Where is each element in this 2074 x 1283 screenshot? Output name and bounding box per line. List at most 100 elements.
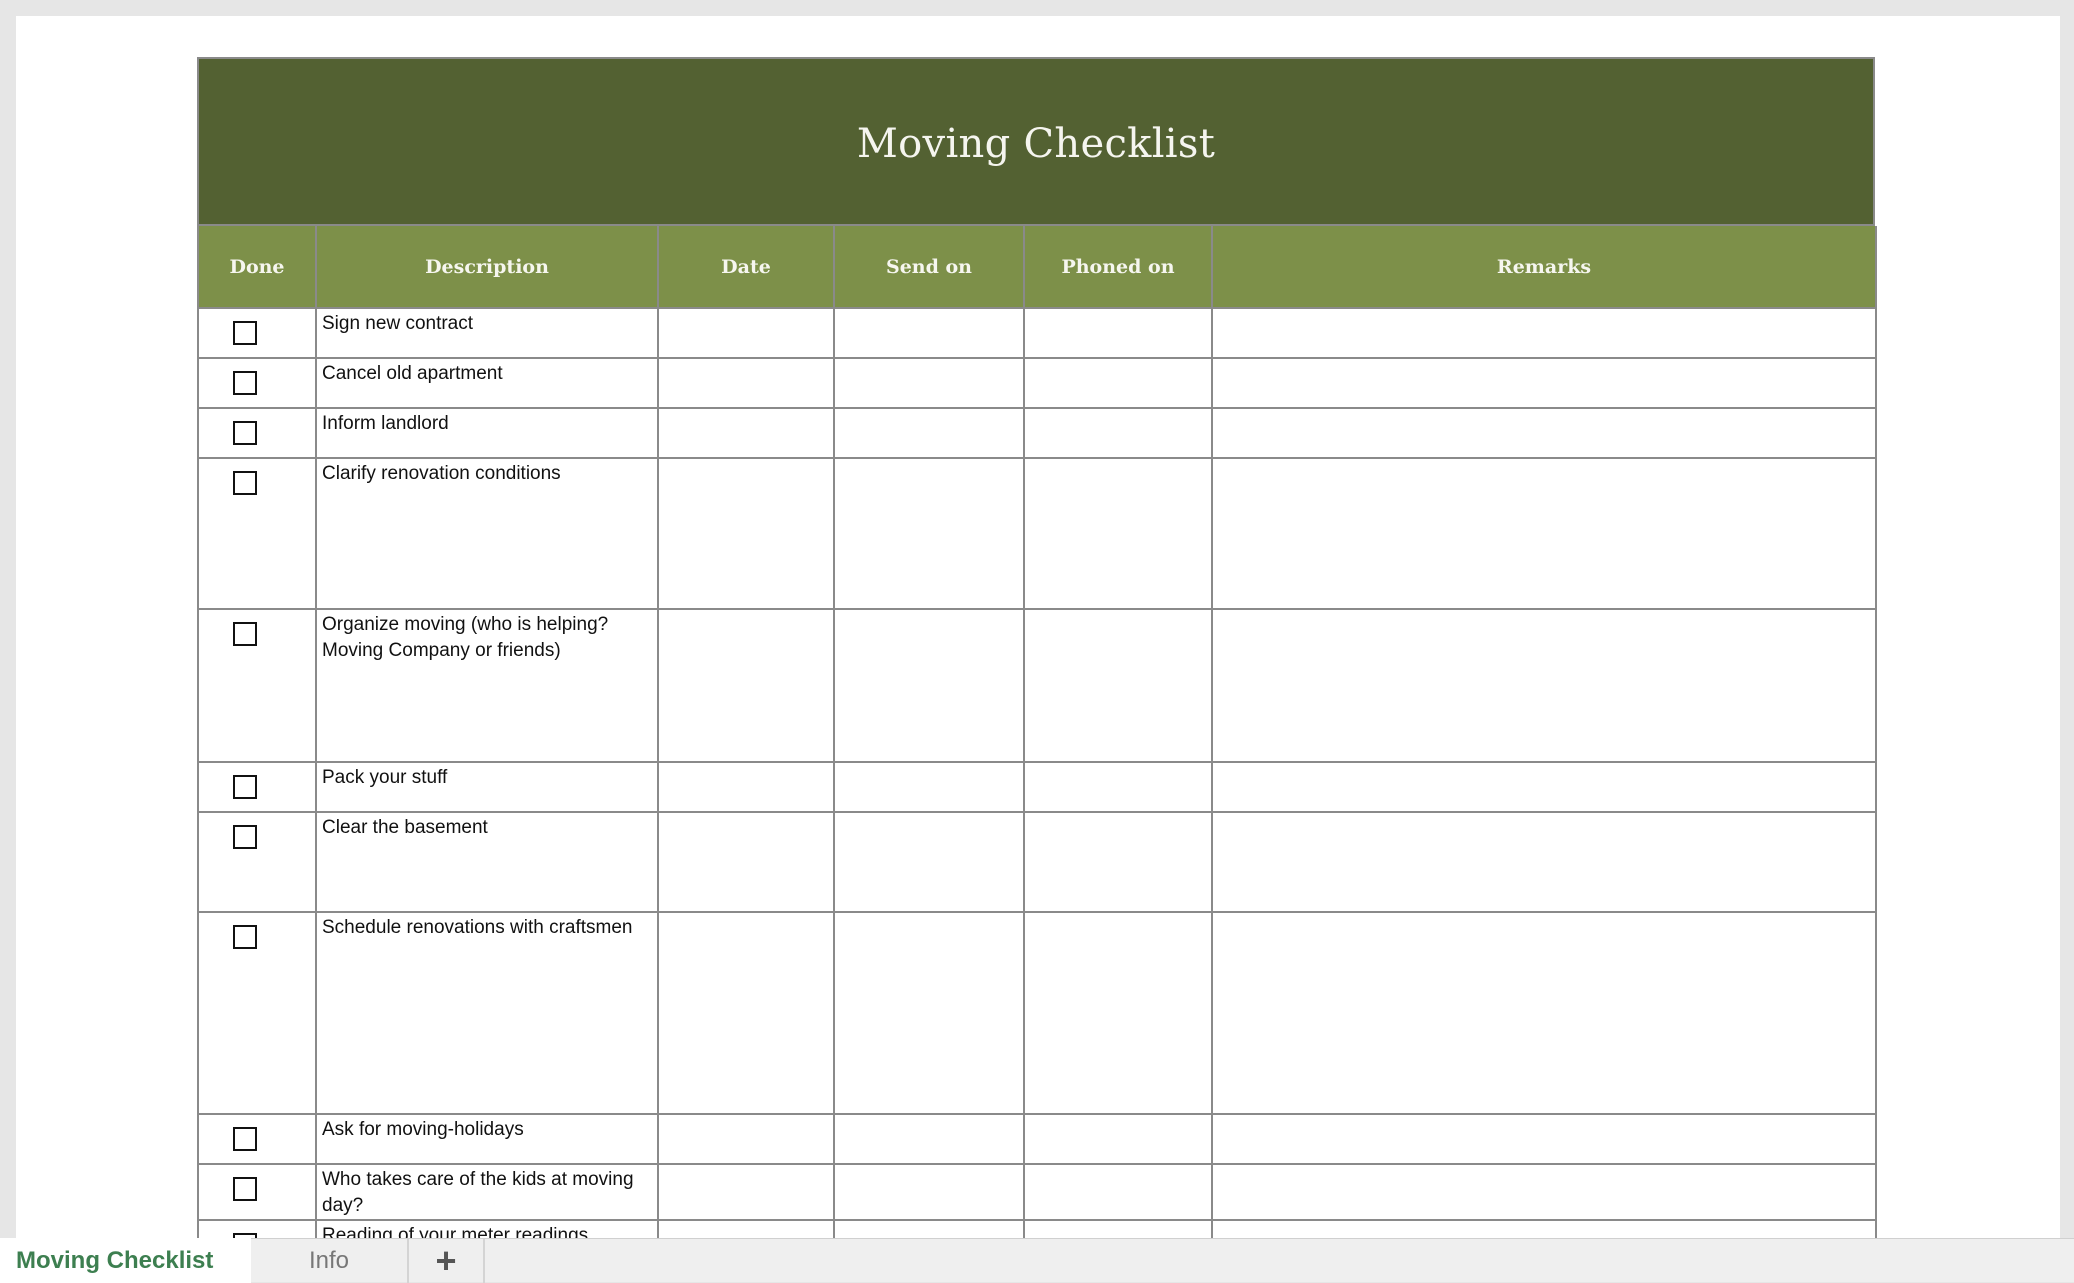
phoned-on-cell[interactable] [1023,761,1213,813]
done-cell[interactable] [197,811,317,913]
date-cell[interactable] [657,457,835,610]
table-row: Who takes care of the kids at moving day… [197,1163,1877,1221]
remarks-cell[interactable] [1211,608,1877,763]
done-checkbox[interactable] [233,1127,257,1151]
description-cell[interactable]: Cancel old apartment [315,357,659,409]
send-on-cell[interactable] [833,457,1025,610]
checklist-table: Done Description Date Send on Phoned on … [197,226,1877,1238]
phoned-on-cell[interactable] [1023,307,1213,359]
done-cell[interactable] [197,407,317,459]
column-header-date[interactable]: Date [657,226,835,309]
date-cell[interactable] [657,1219,835,1238]
done-checkbox[interactable] [233,421,257,445]
date-cell[interactable] [657,307,835,359]
date-cell[interactable] [657,357,835,409]
table-row: Clear the basement [197,811,1877,913]
phoned-on-cell[interactable] [1023,1113,1213,1165]
date-cell[interactable] [657,811,835,913]
remarks-cell[interactable] [1211,357,1877,409]
done-cell[interactable] [197,1219,317,1238]
spreadsheet-page: Moving Checklist Done Description Date S… [16,16,2060,1238]
send-on-cell[interactable] [833,307,1025,359]
description-cell[interactable]: Clarify renovation conditions [315,457,659,610]
send-on-cell[interactable] [833,811,1025,913]
column-header-description[interactable]: Description [315,226,659,309]
date-cell[interactable] [657,911,835,1115]
remarks-cell[interactable] [1211,1113,1877,1165]
table-row: Inform landlord [197,407,1877,459]
remarks-cell[interactable] [1211,761,1877,813]
done-checkbox[interactable] [233,471,257,495]
phoned-on-cell[interactable] [1023,407,1213,459]
send-on-cell[interactable] [833,608,1025,763]
done-checkbox[interactable] [233,371,257,395]
done-cell[interactable] [197,1163,317,1221]
send-on-cell[interactable] [833,911,1025,1115]
remarks-cell[interactable] [1211,457,1877,610]
description-cell[interactable]: Who takes care of the kids at moving day… [315,1163,659,1221]
tab-moving-checklist[interactable]: Moving Checklist [0,1238,251,1283]
done-checkbox[interactable] [233,925,257,949]
date-cell[interactable] [657,407,835,459]
phoned-on-cell[interactable] [1023,1163,1213,1221]
tab-info[interactable]: Info [251,1239,409,1283]
description-cell[interactable]: Reading of your meter readings [315,1219,659,1238]
done-checkbox[interactable] [233,622,257,646]
description-cell[interactable]: Sign new contract [315,307,659,359]
phoned-on-cell[interactable] [1023,608,1213,763]
send-on-cell[interactable] [833,357,1025,409]
send-on-cell[interactable] [833,1219,1025,1238]
done-cell[interactable] [197,357,317,409]
description-cell[interactable]: Organize moving (who is helping? Moving … [315,608,659,763]
phoned-on-cell[interactable] [1023,357,1213,409]
description-cell[interactable]: Pack your stuff [315,761,659,813]
date-cell[interactable] [657,1113,835,1165]
phoned-on-cell[interactable] [1023,457,1213,610]
table-row: Sign new contract [197,307,1877,359]
description-cell[interactable]: Schedule renovations with craftsmen [315,911,659,1115]
send-on-cell[interactable] [833,761,1025,813]
table-row: Clarify renovation conditions [197,457,1877,610]
description-cell[interactable]: Clear the basement [315,811,659,913]
title-band: Moving Checklist [197,57,1875,226]
remarks-cell[interactable] [1211,407,1877,459]
plus-icon: + [435,1240,457,1281]
remarks-cell[interactable] [1211,911,1877,1115]
date-cell[interactable] [657,761,835,813]
description-cell[interactable]: Ask for moving-holidays [315,1113,659,1165]
send-on-cell[interactable] [833,407,1025,459]
done-cell[interactable] [197,608,317,763]
done-checkbox[interactable] [233,321,257,345]
phoned-on-cell[interactable] [1023,1219,1213,1238]
remarks-cell[interactable] [1211,1163,1877,1221]
remarks-cell[interactable] [1211,1219,1877,1238]
table-row: Pack your stuff [197,761,1877,813]
done-cell[interactable] [197,457,317,610]
done-checkbox[interactable] [233,1177,257,1201]
send-on-cell[interactable] [833,1113,1025,1165]
sheet-tab-bar: Moving Checklist Info + [0,1238,2074,1283]
description-cell[interactable]: Inform landlord [315,407,659,459]
date-cell[interactable] [657,608,835,763]
date-cell[interactable] [657,1163,835,1221]
column-header-row: Done Description Date Send on Phoned on … [197,226,1877,309]
column-header-phoned-on[interactable]: Phoned on [1023,226,1213,309]
done-cell[interactable] [197,761,317,813]
remarks-cell[interactable] [1211,307,1877,359]
done-cell[interactable] [197,307,317,359]
add-sheet-button[interactable]: + [409,1239,485,1283]
done-checkbox[interactable] [233,825,257,849]
done-cell[interactable] [197,911,317,1115]
done-cell[interactable] [197,1113,317,1165]
phoned-on-cell[interactable] [1023,811,1213,913]
send-on-cell[interactable] [833,1163,1025,1221]
column-header-done[interactable]: Done [197,226,317,309]
phoned-on-cell[interactable] [1023,911,1213,1115]
remarks-cell[interactable] [1211,811,1877,913]
table-row: Cancel old apartment [197,357,1877,409]
done-checkbox[interactable] [233,775,257,799]
table-row: Ask for moving-holidays [197,1113,1877,1165]
column-header-remarks[interactable]: Remarks [1211,226,1877,309]
column-header-send-on[interactable]: Send on [833,226,1025,309]
checklist-sheet: Moving Checklist Done Description Date S… [197,57,1877,1238]
